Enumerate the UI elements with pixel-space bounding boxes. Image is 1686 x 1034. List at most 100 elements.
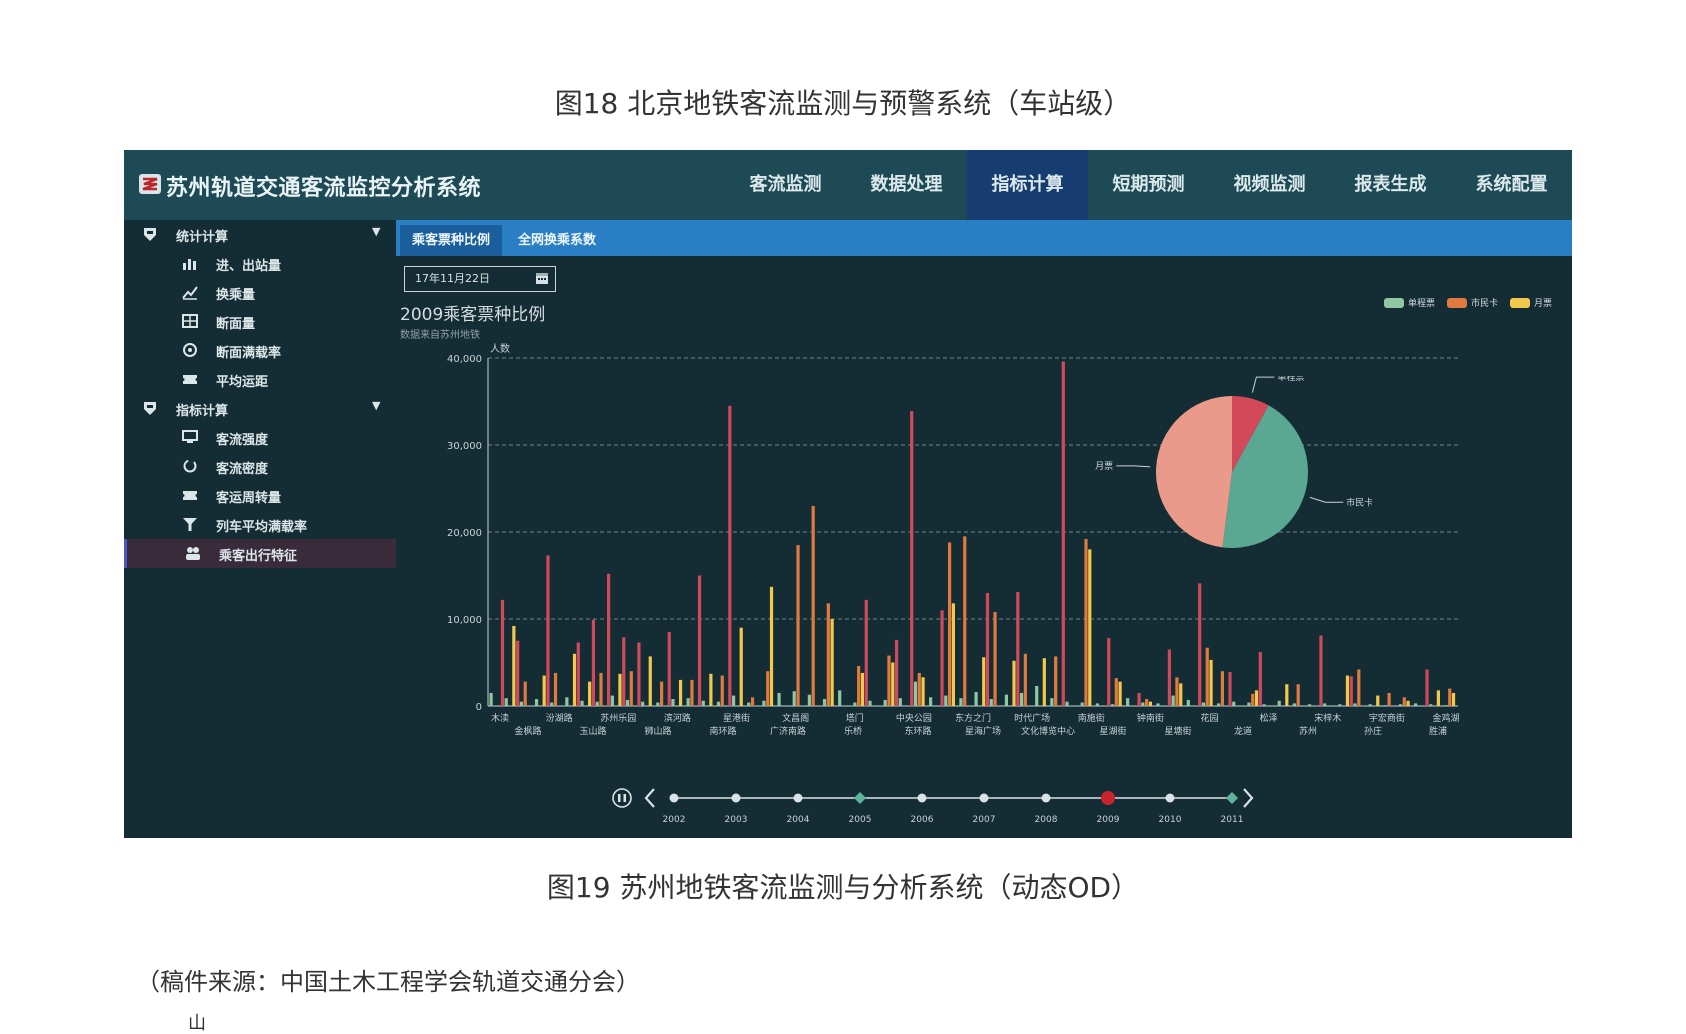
bar[interactable]	[1141, 702, 1145, 706]
bar[interactable]	[1035, 685, 1039, 706]
bar[interactable]	[1220, 671, 1224, 706]
bar[interactable]	[1349, 676, 1353, 706]
bar[interactable]	[951, 603, 955, 706]
bar[interactable]	[898, 698, 902, 706]
bar[interactable]	[993, 612, 997, 706]
bar[interactable]	[1107, 638, 1111, 706]
bar[interactable]	[1110, 704, 1115, 706]
bar[interactable]	[1050, 698, 1054, 706]
bar[interactable]	[534, 699, 539, 706]
bar[interactable]	[512, 625, 516, 706]
bar[interactable]	[1016, 592, 1020, 706]
bar[interactable]	[1448, 688, 1452, 706]
chevron-left-icon[interactable]	[644, 788, 655, 808]
sidebar-item-flow-intensity[interactable]: 客流强度	[124, 423, 396, 452]
bar[interactable]	[947, 542, 952, 706]
bar[interactable]	[519, 701, 524, 706]
bar[interactable]	[625, 699, 630, 706]
bar[interactable]	[546, 555, 550, 706]
date-picker[interactable]: 17年11月22日	[404, 266, 556, 292]
bar[interactable]	[974, 692, 978, 706]
timeline-point[interactable]	[917, 793, 927, 803]
bar[interactable]	[864, 599, 868, 706]
bar[interactable]	[637, 642, 641, 706]
bar[interactable]	[1179, 683, 1183, 706]
bar[interactable]	[887, 655, 891, 706]
bar[interactable]	[489, 692, 493, 706]
calendar-icon[interactable]	[535, 271, 549, 285]
bar[interactable]	[1345, 675, 1350, 706]
bar[interactable]	[792, 691, 796, 706]
bar[interactable]	[523, 681, 527, 706]
bar[interactable]	[648, 656, 652, 706]
bar[interactable]	[1285, 684, 1289, 706]
bar[interactable]	[1004, 694, 1009, 706]
bar[interactable]	[822, 699, 827, 706]
bar[interactable]	[656, 702, 660, 706]
bar[interactable]	[985, 592, 990, 706]
bar[interactable]	[830, 619, 834, 706]
sidebar-group-statistics[interactable]: 统计计算 ▼	[124, 220, 396, 249]
bar[interactable]	[1137, 692, 1141, 706]
bar[interactable]	[1436, 690, 1440, 706]
bar[interactable]	[1217, 703, 1221, 706]
bar[interactable]	[1054, 656, 1058, 706]
bar[interactable]	[701, 700, 705, 706]
bar[interactable]	[1357, 669, 1361, 706]
bar[interactable]	[690, 679, 694, 706]
bar[interactable]	[678, 679, 683, 706]
bar[interactable]	[1258, 652, 1262, 706]
timeline-point[interactable]	[1226, 792, 1238, 804]
bar[interactable]	[1205, 647, 1209, 706]
nav-passenger-monitoring[interactable]: 客流监测	[725, 150, 846, 220]
timeline-point[interactable]	[731, 793, 741, 803]
bar[interactable]	[762, 700, 766, 706]
bar[interactable]	[720, 675, 724, 706]
bar[interactable]	[1398, 704, 1403, 706]
bar[interactable]	[618, 673, 622, 706]
bar[interactable]	[747, 702, 751, 706]
bar[interactable]	[595, 701, 599, 706]
bar[interactable]	[1209, 659, 1213, 706]
bar[interactable]	[1262, 704, 1266, 706]
bar[interactable]	[1095, 703, 1099, 706]
bar[interactable]	[1012, 660, 1016, 706]
bar[interactable]	[1019, 692, 1024, 706]
bar[interactable]	[1186, 699, 1190, 706]
bar[interactable]	[989, 699, 993, 706]
bar[interactable]	[1292, 703, 1296, 706]
bar[interactable]	[1425, 669, 1429, 706]
bar[interactable]	[963, 536, 967, 706]
bar[interactable]	[766, 671, 770, 706]
legend-item[interactable]: 月票	[1510, 296, 1552, 309]
chevron-right-icon[interactable]	[1243, 788, 1254, 808]
bar[interactable]	[1319, 635, 1323, 706]
bar[interactable]	[1251, 693, 1255, 706]
sidebar-item-entry-exit[interactable]: 进、出站量	[124, 249, 396, 278]
bar[interactable]	[1444, 705, 1448, 706]
bar[interactable]	[1232, 701, 1236, 706]
bar[interactable]	[588, 681, 592, 706]
bar[interactable]	[732, 695, 736, 706]
bar[interactable]	[913, 681, 918, 706]
bar[interactable]	[811, 505, 815, 706]
bar[interactable]	[629, 671, 633, 706]
bar[interactable]	[660, 681, 664, 706]
bar[interactable]	[1323, 703, 1327, 706]
timeline-point[interactable]	[793, 793, 803, 803]
bar[interactable]	[769, 586, 774, 706]
bar[interactable]	[709, 673, 713, 706]
legend-item[interactable]: 市民卡	[1447, 296, 1498, 309]
bar[interactable]	[553, 672, 558, 706]
bar[interactable]	[1084, 538, 1088, 706]
bar[interactable]	[929, 697, 933, 706]
bar[interactable]	[750, 697, 755, 706]
bar[interactable]	[1080, 702, 1084, 706]
bar[interactable]	[982, 657, 986, 706]
bar[interactable]	[1414, 703, 1418, 706]
bar[interactable]	[500, 599, 505, 706]
play-pause-icon[interactable]	[612, 788, 632, 808]
tab-network-transfer-coefficient[interactable]: 全网换乘系数	[506, 225, 608, 256]
bar[interactable]	[572, 653, 577, 706]
bar[interactable]	[1023, 653, 1027, 706]
